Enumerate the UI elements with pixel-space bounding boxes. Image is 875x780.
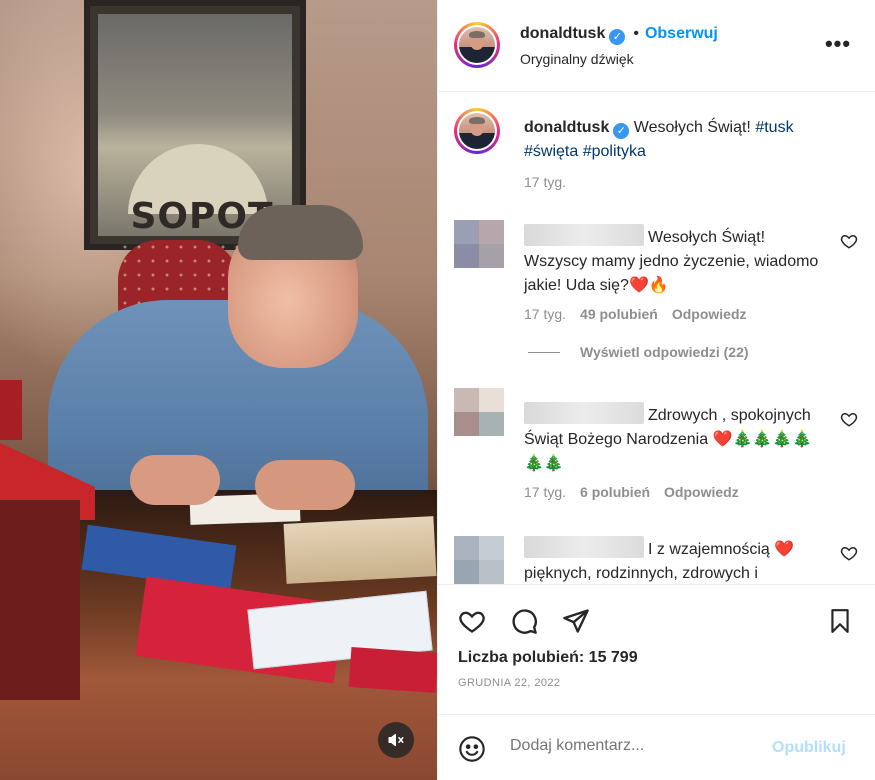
- hashtag-link[interactable]: #tusk: [755, 119, 793, 136]
- comment-like-heart-icon[interactable]: [840, 544, 858, 562]
- envelopes: [283, 516, 437, 584]
- commenter-avatar[interactable]: [454, 536, 504, 584]
- red-card-2: [348, 647, 437, 693]
- speaker-muted-icon: [388, 734, 404, 746]
- comment-timestamp[interactable]: 17 tyg.: [524, 484, 566, 500]
- separator-dot: •: [633, 25, 639, 42]
- right-hand: [255, 460, 355, 510]
- comment-likes[interactable]: 6 polubień: [580, 484, 650, 500]
- hashtag-link[interactable]: #polityka: [583, 143, 646, 160]
- comment-like-heart-icon[interactable]: [840, 232, 858, 250]
- author-username[interactable]: donaldtusk: [520, 25, 605, 42]
- bookmark-icon: [831, 609, 849, 633]
- post-header: donaldtusk ✓ • Obserwuj Oryginalny dźwięk •…: [438, 0, 875, 92]
- publish-button[interactable]: Opublikuj: [772, 739, 846, 757]
- audio-label[interactable]: Oryginalny dźwięk: [520, 51, 634, 67]
- comment-body: I z wzajemnością ❤️ pięknych, rodzinnych…: [524, 536, 824, 584]
- reply-button[interactable]: Odpowiedz: [672, 306, 747, 322]
- author-avatar[interactable]: [454, 22, 500, 68]
- post-video[interactable]: SOPOT: [0, 0, 437, 780]
- commenter-username-blurred[interactable]: [524, 402, 644, 424]
- commenter-avatar[interactable]: [454, 220, 504, 268]
- more-options-icon[interactable]: •••: [824, 30, 852, 58]
- commenter-avatar[interactable]: [454, 388, 504, 436]
- follow-button[interactable]: Obserwuj: [645, 25, 718, 42]
- person-hair: [238, 205, 363, 260]
- comment-like-heart-icon[interactable]: [840, 410, 858, 428]
- post-date[interactable]: GRUDNIA 22, 2022: [458, 677, 560, 689]
- paper-plane-icon: [563, 609, 589, 633]
- verified-badge-icon: ✓: [613, 123, 630, 139]
- caption: donaldtusk ✓ Wesołych Świąt! #tusk #święt…: [524, 116, 844, 164]
- emoji-button[interactable]: [456, 733, 488, 765]
- post-side-panel: donaldtusk ✓ • Obserwuj Oryginalny dźwięk •…: [437, 0, 875, 780]
- comment-meta: 17 tyg. 6 polubień Odpowiedz: [524, 484, 739, 500]
- commenter-username-blurred[interactable]: [524, 536, 644, 558]
- comment-body: Wesołych Świąt! Wszyscy mamy jedno życze…: [524, 224, 824, 298]
- decorative-house: [0, 380, 95, 710]
- comment-timestamp[interactable]: 17 tyg.: [524, 306, 566, 322]
- comment-likes[interactable]: 49 polubień: [580, 306, 658, 322]
- comment-input[interactable]: [510, 737, 750, 755]
- view-replies-label: Wyświetl odpowiedzi (22): [580, 344, 749, 360]
- commenter-username-blurred[interactable]: [524, 224, 644, 246]
- view-replies-button[interactable]: Wyświetl odpowiedzi (22): [528, 344, 749, 360]
- verified-badge-icon: ✓: [609, 28, 626, 45]
- speech-bubble-icon: [512, 609, 537, 634]
- caption-username[interactable]: donaldtusk: [524, 119, 609, 136]
- comment-body: Zdrowych , spokojnych Świąt Bożego Narod…: [524, 402, 824, 476]
- comments-list[interactable]: donaldtusk ✓ Wesołych Świąt! #tusk #święt…: [438, 92, 875, 584]
- smiley-icon: [459, 736, 485, 762]
- caption-author-avatar[interactable]: [454, 108, 500, 154]
- left-hand: [130, 455, 220, 505]
- add-comment-bar: Opublikuj: [438, 714, 875, 780]
- caption-text: Wesołych Świąt!: [633, 119, 751, 136]
- caption-timestamp[interactable]: 17 tyg.: [524, 174, 566, 190]
- post-actions: Liczba polubień: 15 799 GRUDNIA 22, 2022: [438, 584, 875, 714]
- reply-button[interactable]: Odpowiedz: [664, 484, 739, 500]
- save-button[interactable]: [824, 605, 856, 637]
- like-button[interactable]: [456, 605, 488, 637]
- hashtag-link[interactable]: #święta: [524, 143, 578, 160]
- likes-count[interactable]: Liczba polubień: 15 799: [458, 649, 638, 667]
- heart-icon: [459, 611, 485, 633]
- mute-toggle-button[interactable]: [378, 722, 414, 758]
- comment-button[interactable]: [508, 605, 540, 637]
- comment-meta: 17 tyg. 49 polubień Odpowiedz: [524, 306, 747, 322]
- share-button[interactable]: [560, 605, 592, 637]
